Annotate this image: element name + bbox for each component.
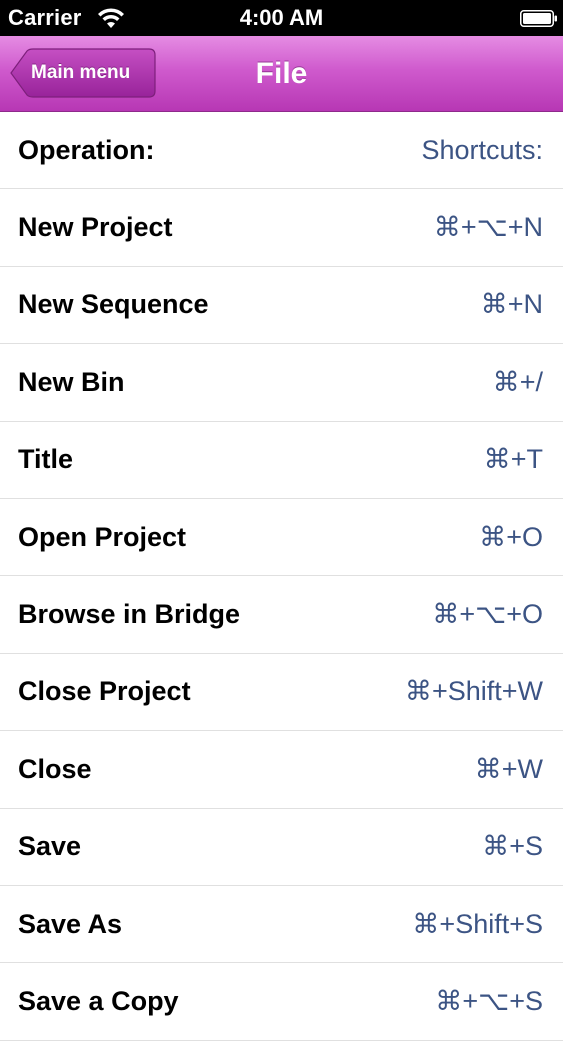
shortcut-column-header: Shortcuts: bbox=[421, 134, 543, 165]
list-item[interactable]: New Project ⌘+⌥+N bbox=[0, 189, 563, 267]
list-item[interactable]: Title ⌘+T bbox=[0, 422, 563, 499]
shortcut-value: ⌘+N bbox=[480, 289, 543, 320]
shortcut-value: ⌘+/ bbox=[492, 366, 543, 397]
operation-label: Open Project bbox=[18, 521, 187, 552]
status-time: 4:00 AM bbox=[239, 5, 324, 30]
list-item[interactable]: Open Project ⌘+O bbox=[0, 499, 563, 577]
operation-label: Save a Copy bbox=[18, 985, 179, 1016]
operation-column-header: Operation: bbox=[18, 134, 155, 165]
shortcut-value: ⌘+W bbox=[474, 753, 543, 784]
list-item[interactable]: Browse in Bridge ⌘+⌥+O bbox=[0, 576, 563, 654]
shortcut-value: ⌘+O bbox=[479, 521, 543, 552]
operation-label: New Sequence bbox=[18, 289, 209, 320]
list-item[interactable]: Save a Copy ⌘+⌥+S bbox=[0, 963, 563, 1041]
back-button-label: Main menu bbox=[31, 62, 131, 83]
operation-label: Browse in Bridge bbox=[18, 599, 241, 630]
operation-label: Save bbox=[18, 831, 82, 862]
status-bar: Carrier 4:00 AM bbox=[0, 0, 563, 36]
shortcut-value: ⌘+S bbox=[482, 831, 543, 862]
list-item[interactable]: Save As ⌘+Shift+S bbox=[0, 886, 563, 964]
shortcut-value: ⌘+⌥+N bbox=[433, 212, 543, 243]
operation-label: New Project bbox=[18, 212, 173, 243]
operation-label: Close Project bbox=[18, 676, 191, 707]
shortcut-value: ⌘+Shift+W bbox=[404, 676, 543, 707]
list-item[interactable]: New Bin ⌘+/ bbox=[0, 344, 563, 422]
back-button[interactable]: Main menu bbox=[10, 48, 156, 98]
list-header-row: Operation: Shortcuts: bbox=[0, 112, 563, 190]
shortcut-value: ⌘+⌥+O bbox=[432, 599, 543, 630]
shortcut-value: ⌘+Shift+S bbox=[412, 908, 543, 939]
operation-label: New Bin bbox=[18, 366, 125, 397]
shortcut-value: ⌘+T bbox=[483, 444, 543, 475]
list-item[interactable]: Close Project ⌘+Shift+W bbox=[0, 654, 563, 732]
list-item[interactable]: New Sequence ⌘+N bbox=[0, 267, 563, 345]
operation-label: Close bbox=[18, 753, 92, 784]
battery-icon bbox=[520, 10, 557, 27]
operation-label: Title bbox=[18, 444, 74, 475]
shortcut-list[interactable]: Operation: Shortcuts: New Project ⌘+⌥+N Ne… bbox=[0, 112, 563, 1041]
list-item[interactable]: Close ⌘+W bbox=[0, 731, 563, 809]
navigation-bar: File Main menu bbox=[0, 36, 563, 112]
shortcut-value: ⌘+⌥+S bbox=[435, 985, 543, 1016]
operation-label: Save As bbox=[18, 908, 123, 939]
list-item[interactable]: Save ⌘+S bbox=[0, 809, 563, 886]
